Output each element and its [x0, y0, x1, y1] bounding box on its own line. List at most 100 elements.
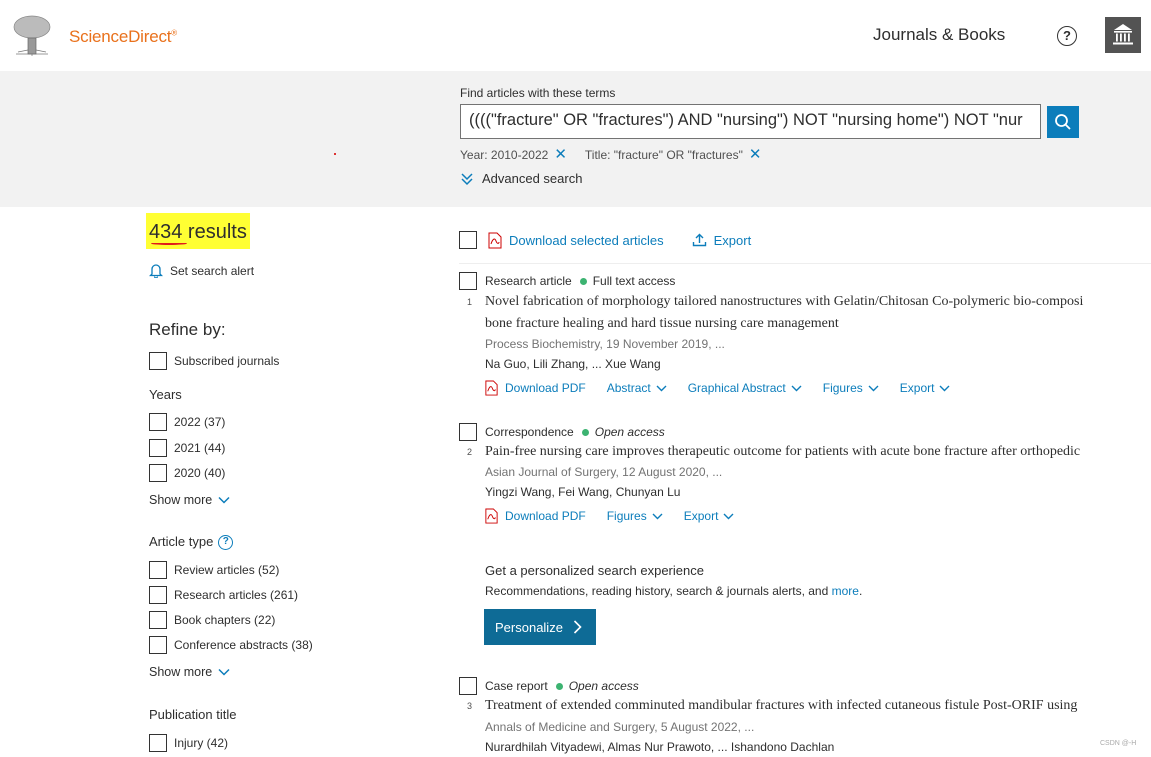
set-search-alert-link[interactable]: Set search alert: [149, 263, 254, 278]
filter-review-articles[interactable]: Review articles (52): [149, 561, 279, 579]
download-selected-label: Download selected articles: [509, 232, 664, 248]
chevron-down-icon: [656, 385, 667, 391]
filter-year-2022[interactable]: 2022 (37): [149, 413, 225, 431]
elsevier-tree-logo-icon[interactable]: [8, 12, 56, 58]
filter-subscribed-journals[interactable]: Subscribed journals: [149, 352, 279, 370]
result-3-checkbox[interactable]: [459, 677, 477, 695]
abstract-toggle[interactable]: Abstract: [607, 381, 667, 395]
chevron-right-icon: [573, 620, 582, 634]
brand-text: ScienceDirect: [69, 27, 172, 46]
personalize-button[interactable]: Personalize: [484, 609, 596, 645]
filter-year: Year: 2010-2022: [460, 148, 549, 162]
checkbox[interactable]: [149, 611, 167, 629]
personalize-promo-text: Recommendations, reading history, search…: [485, 584, 862, 598]
checkbox[interactable]: [149, 586, 167, 604]
checkbox[interactable]: [149, 561, 167, 579]
brand-wordmark[interactable]: ScienceDirect®: [69, 27, 177, 47]
upload-icon: [692, 233, 706, 247]
advanced-search-link[interactable]: Advanced search: [460, 171, 582, 186]
show-more-label: Show more: [149, 665, 213, 679]
download-pdf-button[interactable]: Download PDF: [484, 508, 586, 524]
more-link[interactable]: more: [832, 584, 859, 598]
active-filters: Year: 2010-2022 ✕ Title: "fracture" OR "…: [460, 147, 779, 162]
result-2-access: Open access: [594, 425, 665, 439]
checkbox-label: Conference abstracts (38): [174, 638, 313, 652]
checkbox[interactable]: [149, 734, 167, 752]
result-3-meta: Case report Open access: [459, 677, 639, 695]
result-3-source: Annals of Medicine and Surgery, 5 August…: [485, 720, 755, 734]
personalize-label: Personalize: [495, 619, 563, 635]
years-show-more[interactable]: Show more: [149, 493, 230, 507]
find-label: Find articles with these terms: [460, 86, 616, 100]
checkbox[interactable]: [149, 352, 167, 370]
article-type-heading: Article type?: [149, 534, 234, 551]
remove-filter-year-icon[interactable]: ✕: [554, 147, 567, 162]
red-underline-annotation: [151, 242, 187, 245]
publication-title-heading: Publication title: [149, 707, 237, 722]
promo-text-end: .: [858, 584, 863, 598]
set-search-alert-label: Set search alert: [170, 263, 255, 278]
result-1-title-line-1[interactable]: Novel fabrication of morphology tailored…: [485, 294, 1083, 310]
result-2-type: Correspondence: [485, 425, 574, 439]
result-1-checkbox[interactable]: [459, 272, 477, 290]
result-2-checkbox[interactable]: [459, 423, 477, 441]
checkbox[interactable]: [149, 413, 167, 431]
article-type-help-icon[interactable]: ?: [218, 535, 234, 551]
result-3-authors: Nurardhilah Vityadewi, Almas Nur Prawoto…: [485, 740, 835, 754]
journals-books-link[interactable]: Journals & Books: [873, 25, 1005, 45]
checkbox[interactable]: [149, 439, 167, 457]
institution-icon[interactable]: [1105, 17, 1141, 53]
figures-toggle[interactable]: Figures: [607, 509, 663, 523]
years-heading: Years: [149, 387, 182, 402]
checkbox-label: 2020 (40): [174, 466, 226, 480]
checkbox-label: 2022 (37): [174, 415, 226, 429]
result-2-authors: Yingzi Wang, Fei Wang, Chunyan Lu: [485, 485, 681, 499]
filter-year-2021[interactable]: 2021 (44): [149, 439, 225, 457]
result-3-title-line-1[interactable]: Treatment of extended comminuted mandibu…: [485, 698, 1077, 714]
result-2-meta: Correspondence Open access: [459, 423, 665, 441]
export-toggle[interactable]: Export: [684, 509, 735, 523]
export-button[interactable]: Export: [692, 233, 751, 248]
result-2-source: Asian Journal of Surgery, 12 August 2020…: [485, 465, 723, 479]
access-dot: [579, 277, 587, 285]
download-selected-button[interactable]: Download selected articles: [487, 232, 664, 249]
article-type-label: Article type: [149, 534, 214, 549]
filter-year-2020[interactable]: 2020 (40): [149, 464, 225, 482]
result-3-access: Open access: [568, 679, 639, 693]
download-pdf-label: Download PDF: [505, 509, 586, 523]
search-button[interactable]: [1047, 106, 1079, 138]
result-1-title-line-2[interactable]: bone fracture healing and hard tissue nu…: [485, 316, 839, 332]
result-1-source: Process Biochemistry, 19 November 2019, …: [485, 337, 725, 351]
filter-conference-abstracts[interactable]: Conference abstracts (38): [149, 636, 313, 654]
remove-filter-title-icon[interactable]: ✕: [749, 147, 762, 162]
checkbox[interactable]: [149, 464, 167, 482]
abstract-label: Abstract: [606, 381, 651, 395]
download-pdf-button[interactable]: Download PDF: [484, 380, 586, 396]
pdf-icon: [485, 508, 498, 524]
search-icon: [1055, 114, 1071, 130]
filter-research-articles[interactable]: Research articles (261): [149, 586, 298, 604]
result-2-title-line-1[interactable]: Pain-free nursing care improves therapeu…: [485, 444, 1080, 460]
stray-dot: [334, 153, 336, 155]
checkbox-label: Review articles (52): [174, 563, 280, 577]
checkbox[interactable]: [149, 636, 167, 654]
double-chevron-down-icon: [461, 172, 473, 185]
help-icon[interactable]: ?: [1057, 26, 1077, 46]
chevron-down-icon: [218, 668, 230, 676]
result-1-type: Research article: [485, 274, 572, 288]
checkbox-label: Subscribed journals: [174, 354, 280, 368]
chevron-down-icon: [723, 513, 734, 519]
filter-injury[interactable]: Injury (42): [149, 734, 228, 752]
search-input[interactable]: (((("fracture" OR "fractures") AND "nurs…: [460, 104, 1041, 139]
watermark: CSDN @-H: [1100, 740, 1137, 747]
figures-toggle[interactable]: Figures: [823, 381, 879, 395]
export-toggle[interactable]: Export: [900, 381, 951, 395]
access-dot: [555, 682, 563, 690]
select-all-checkbox[interactable]: [459, 231, 477, 249]
result-1-access: Full text access: [592, 274, 676, 288]
graphical-abstract-toggle[interactable]: Graphical Abstract: [688, 381, 802, 395]
filter-book-chapters[interactable]: Book chapters (22): [149, 611, 275, 629]
article-type-show-more[interactable]: Show more: [149, 665, 230, 679]
chevron-down-icon: [652, 513, 663, 519]
export-label: Export: [899, 381, 935, 395]
